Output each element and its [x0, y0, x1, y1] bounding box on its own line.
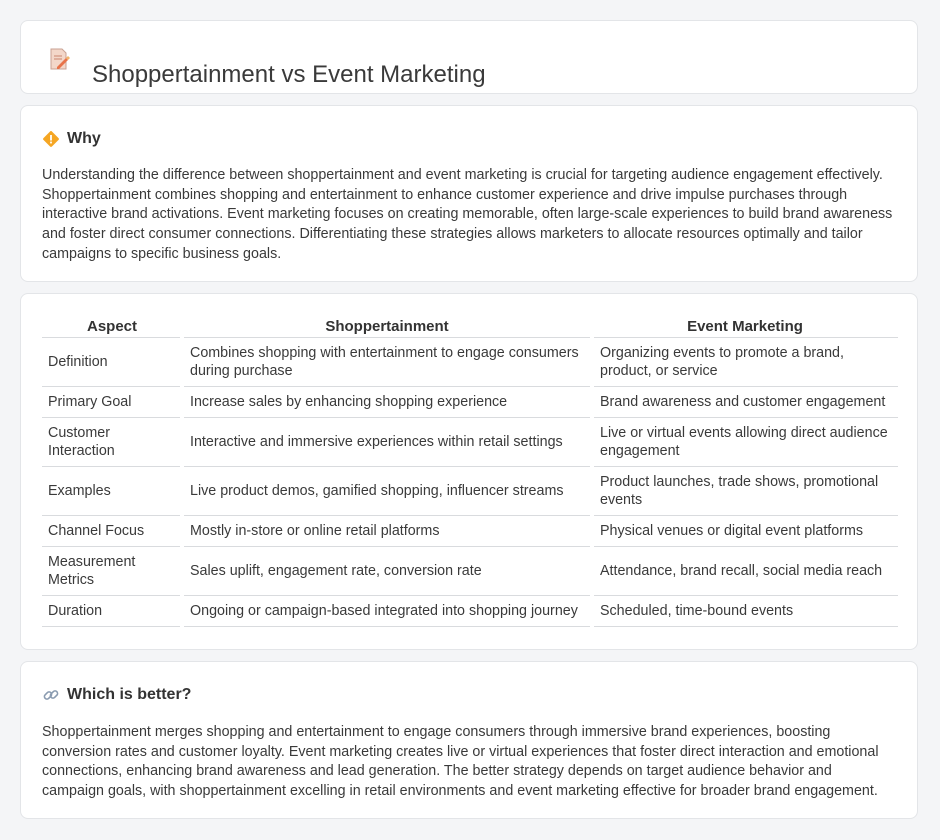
- title-card: Shoppertainment vs Event Marketing: [20, 20, 918, 94]
- why-section: Why Understanding the difference between…: [20, 105, 918, 282]
- table-row: Primary Goal Increase sales by enhancing…: [42, 386, 898, 418]
- table-cell: Examples: [42, 466, 182, 516]
- table-cell: Physical venues or digital event platfor…: [590, 515, 898, 547]
- table-row: Examples Live product demos, gamified sh…: [42, 466, 898, 516]
- page-title: Shoppertainment vs Event Marketing: [92, 61, 486, 89]
- table-cell: Duration: [42, 595, 182, 627]
- column-header: Event Marketing: [592, 314, 898, 338]
- table-cell: Interactive and immersive experiences wi…: [180, 417, 592, 467]
- table-cell: Increase sales by enhancing shopping exp…: [180, 386, 592, 418]
- table-row: Duration Ongoing or campaign-based integ…: [42, 595, 898, 627]
- table-cell: Brand awareness and customer engagement: [590, 386, 898, 418]
- table-cell: Live or virtual events allowing direct a…: [590, 417, 898, 467]
- table-cell: Organizing events to promote a brand, pr…: [590, 337, 898, 387]
- table-row: Measurement Metrics Sales uplift, engage…: [42, 546, 898, 596]
- table-row: Customer Interaction Interactive and imm…: [42, 417, 898, 467]
- table-cell: Mostly in-store or online retail platfor…: [180, 515, 592, 547]
- which-is-better-section: Which is better? Shoppertainment merges …: [20, 661, 918, 819]
- table-header-row: Aspect Shoppertainment Event Marketing: [42, 314, 898, 338]
- table-row: Definition Combines shopping with entert…: [42, 337, 898, 387]
- table-cell: Customer Interaction: [42, 417, 182, 467]
- table-cell: Ongoing or campaign-based integrated int…: [180, 595, 592, 627]
- better-heading: Which is better?: [67, 686, 192, 703]
- table-cell: Measurement Metrics: [42, 546, 182, 596]
- table-cell: Attendance, brand recall, social media r…: [590, 546, 898, 596]
- table-cell: Definition: [42, 337, 182, 387]
- table-cell: Channel Focus: [42, 515, 182, 547]
- table-cell: Combines shopping with entertainment to …: [180, 337, 592, 387]
- link-icon: [43, 690, 59, 700]
- better-text: Shoppertainment merges shopping and ente…: [42, 724, 879, 800]
- document-edit-icon: [50, 48, 70, 70]
- table-cell: Sales uplift, engagement rate, conversio…: [180, 546, 592, 596]
- table-cell: Primary Goal: [42, 386, 182, 418]
- table-cell: Scheduled, time-bound events: [590, 595, 898, 627]
- comparison-section: Aspect Shoppertainment Event Marketing D…: [20, 293, 918, 650]
- why-text: Understanding the difference between sho…: [42, 167, 893, 262]
- comparison-table: Aspect Shoppertainment Event Marketing D…: [42, 314, 898, 627]
- table-cell: Product launches, trade shows, promotion…: [590, 466, 898, 516]
- column-header: Aspect: [42, 314, 182, 338]
- column-header: Shoppertainment: [182, 314, 592, 338]
- diamond-warning-icon: [43, 131, 59, 147]
- table-cell: Live product demos, gamified shopping, i…: [180, 466, 592, 516]
- table-row: Channel Focus Mostly in-store or online …: [42, 515, 898, 547]
- why-heading: Why: [67, 130, 101, 147]
